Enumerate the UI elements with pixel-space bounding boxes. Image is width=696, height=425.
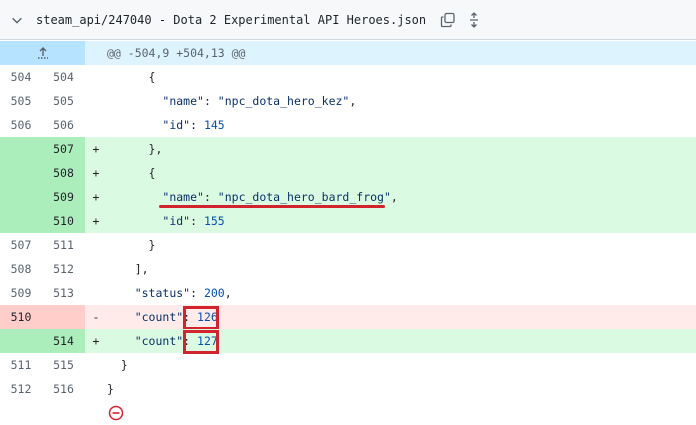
- old-line-number[interactable]: 509: [0, 281, 42, 305]
- code-text: {: [107, 70, 156, 84]
- old-line-number[interactable]: [0, 161, 42, 185]
- diff-line: 504 504 {: [0, 65, 696, 89]
- new-line-number[interactable]: 510: [42, 209, 85, 233]
- old-line-number[interactable]: [0, 185, 42, 209]
- diff-line: 507 511 }: [0, 233, 696, 257]
- new-line-number[interactable]: 512: [42, 257, 85, 281]
- diff-marker: +: [92, 142, 100, 156]
- diff-line: 514 + "count": 127: [0, 329, 696, 354]
- code-text: ],: [107, 262, 149, 276]
- old-line-number[interactable]: 507: [0, 233, 42, 257]
- old-line-number[interactable]: 508: [0, 257, 42, 281]
- new-line-number[interactable]: 513: [42, 281, 85, 305]
- diff-line: 510- "count": 126: [0, 305, 696, 330]
- old-line-number[interactable]: 510: [0, 305, 42, 329]
- unfold-icon[interactable]: [464, 10, 484, 30]
- new-line-number[interactable]: 506: [42, 113, 85, 137]
- diff-line: 510 + "id": 155: [0, 209, 696, 233]
- diff-line: 508 512 ],: [0, 257, 696, 281]
- diff-line: 509 513 "status": 200,: [0, 281, 696, 305]
- new-line-number[interactable]: 509: [42, 185, 85, 209]
- diff-marker: -: [92, 310, 100, 324]
- hunk-header-row: @@ -504,9 +504,13 @@: [0, 41, 696, 65]
- old-line-number[interactable]: 512: [0, 377, 42, 401]
- code-text: }: [107, 358, 128, 372]
- file-path[interactable]: steam_api/247040 - Dota 2 Experimental A…: [36, 13, 426, 27]
- diff-marker: +: [92, 214, 100, 228]
- file-header: steam_api/247040 - Dota 2 Experimental A…: [0, 0, 696, 40]
- annotation-box: [183, 330, 219, 354]
- old-line-number[interactable]: [0, 329, 42, 353]
- code-text: "name": "npc_dota_hero_kez",: [162, 94, 357, 108]
- diff-marker: +: [92, 334, 100, 348]
- diff-line: 509 + "name": "npc_dota_hero_bard_frog",: [0, 185, 696, 209]
- chevron-down-icon[interactable]: [6, 9, 28, 31]
- old-line-number[interactable]: [0, 209, 42, 233]
- new-line-number[interactable]: 508: [42, 161, 85, 185]
- diff-marker: +: [92, 166, 100, 180]
- code-text: "id": 155: [162, 214, 225, 228]
- diff-line: 505 505 "name": "npc_dota_hero_kez",: [0, 89, 696, 113]
- diff-line: 506 506 "id": 145: [0, 113, 696, 137]
- new-line-number[interactable]: 516: [42, 377, 85, 401]
- code-text: {: [107, 166, 156, 180]
- new-line-number[interactable]: 505: [42, 89, 85, 113]
- diff-line: 512 516}: [0, 377, 696, 401]
- old-line-number[interactable]: 504: [0, 65, 42, 89]
- annotation-box: [183, 306, 219, 330]
- old-line-number[interactable]: 506: [0, 113, 42, 137]
- diff-line: 508 + {: [0, 161, 696, 185]
- new-line-number[interactable]: 511: [42, 233, 85, 257]
- code-text: }: [107, 238, 156, 252]
- old-line-number[interactable]: 505: [0, 89, 42, 113]
- code-text: "status": 200,: [134, 286, 232, 300]
- new-line-number[interactable]: [42, 305, 85, 329]
- diff-line: 511 515 }: [0, 353, 696, 377]
- no-newline-icon[interactable]: [107, 404, 125, 422]
- expand-up-icon[interactable]: [0, 41, 85, 65]
- diff-lines: 504 504 {505 505 "name": "npc_dota_hero_ke…: [0, 65, 696, 401]
- new-line-number[interactable]: 514: [42, 329, 85, 353]
- new-line-number[interactable]: 515: [42, 353, 85, 377]
- code-text: }: [107, 382, 114, 396]
- diff-marker: +: [92, 190, 100, 204]
- copy-icon[interactable]: [438, 10, 458, 30]
- code-text: "name": "npc_dota_hero_bard_frog",: [162, 190, 398, 204]
- annotation-underline: [159, 205, 385, 208]
- new-line-number[interactable]: 507: [42, 137, 85, 161]
- old-line-number[interactable]: 511: [0, 353, 42, 377]
- code-text: },: [107, 142, 163, 156]
- diff-line: 507 + },: [0, 137, 696, 161]
- code-text: "id": 145: [162, 118, 225, 132]
- new-line-number[interactable]: 504: [42, 65, 85, 89]
- hunk-header: @@ -504,9 +504,13 @@: [107, 46, 246, 60]
- old-line-number[interactable]: [0, 137, 42, 161]
